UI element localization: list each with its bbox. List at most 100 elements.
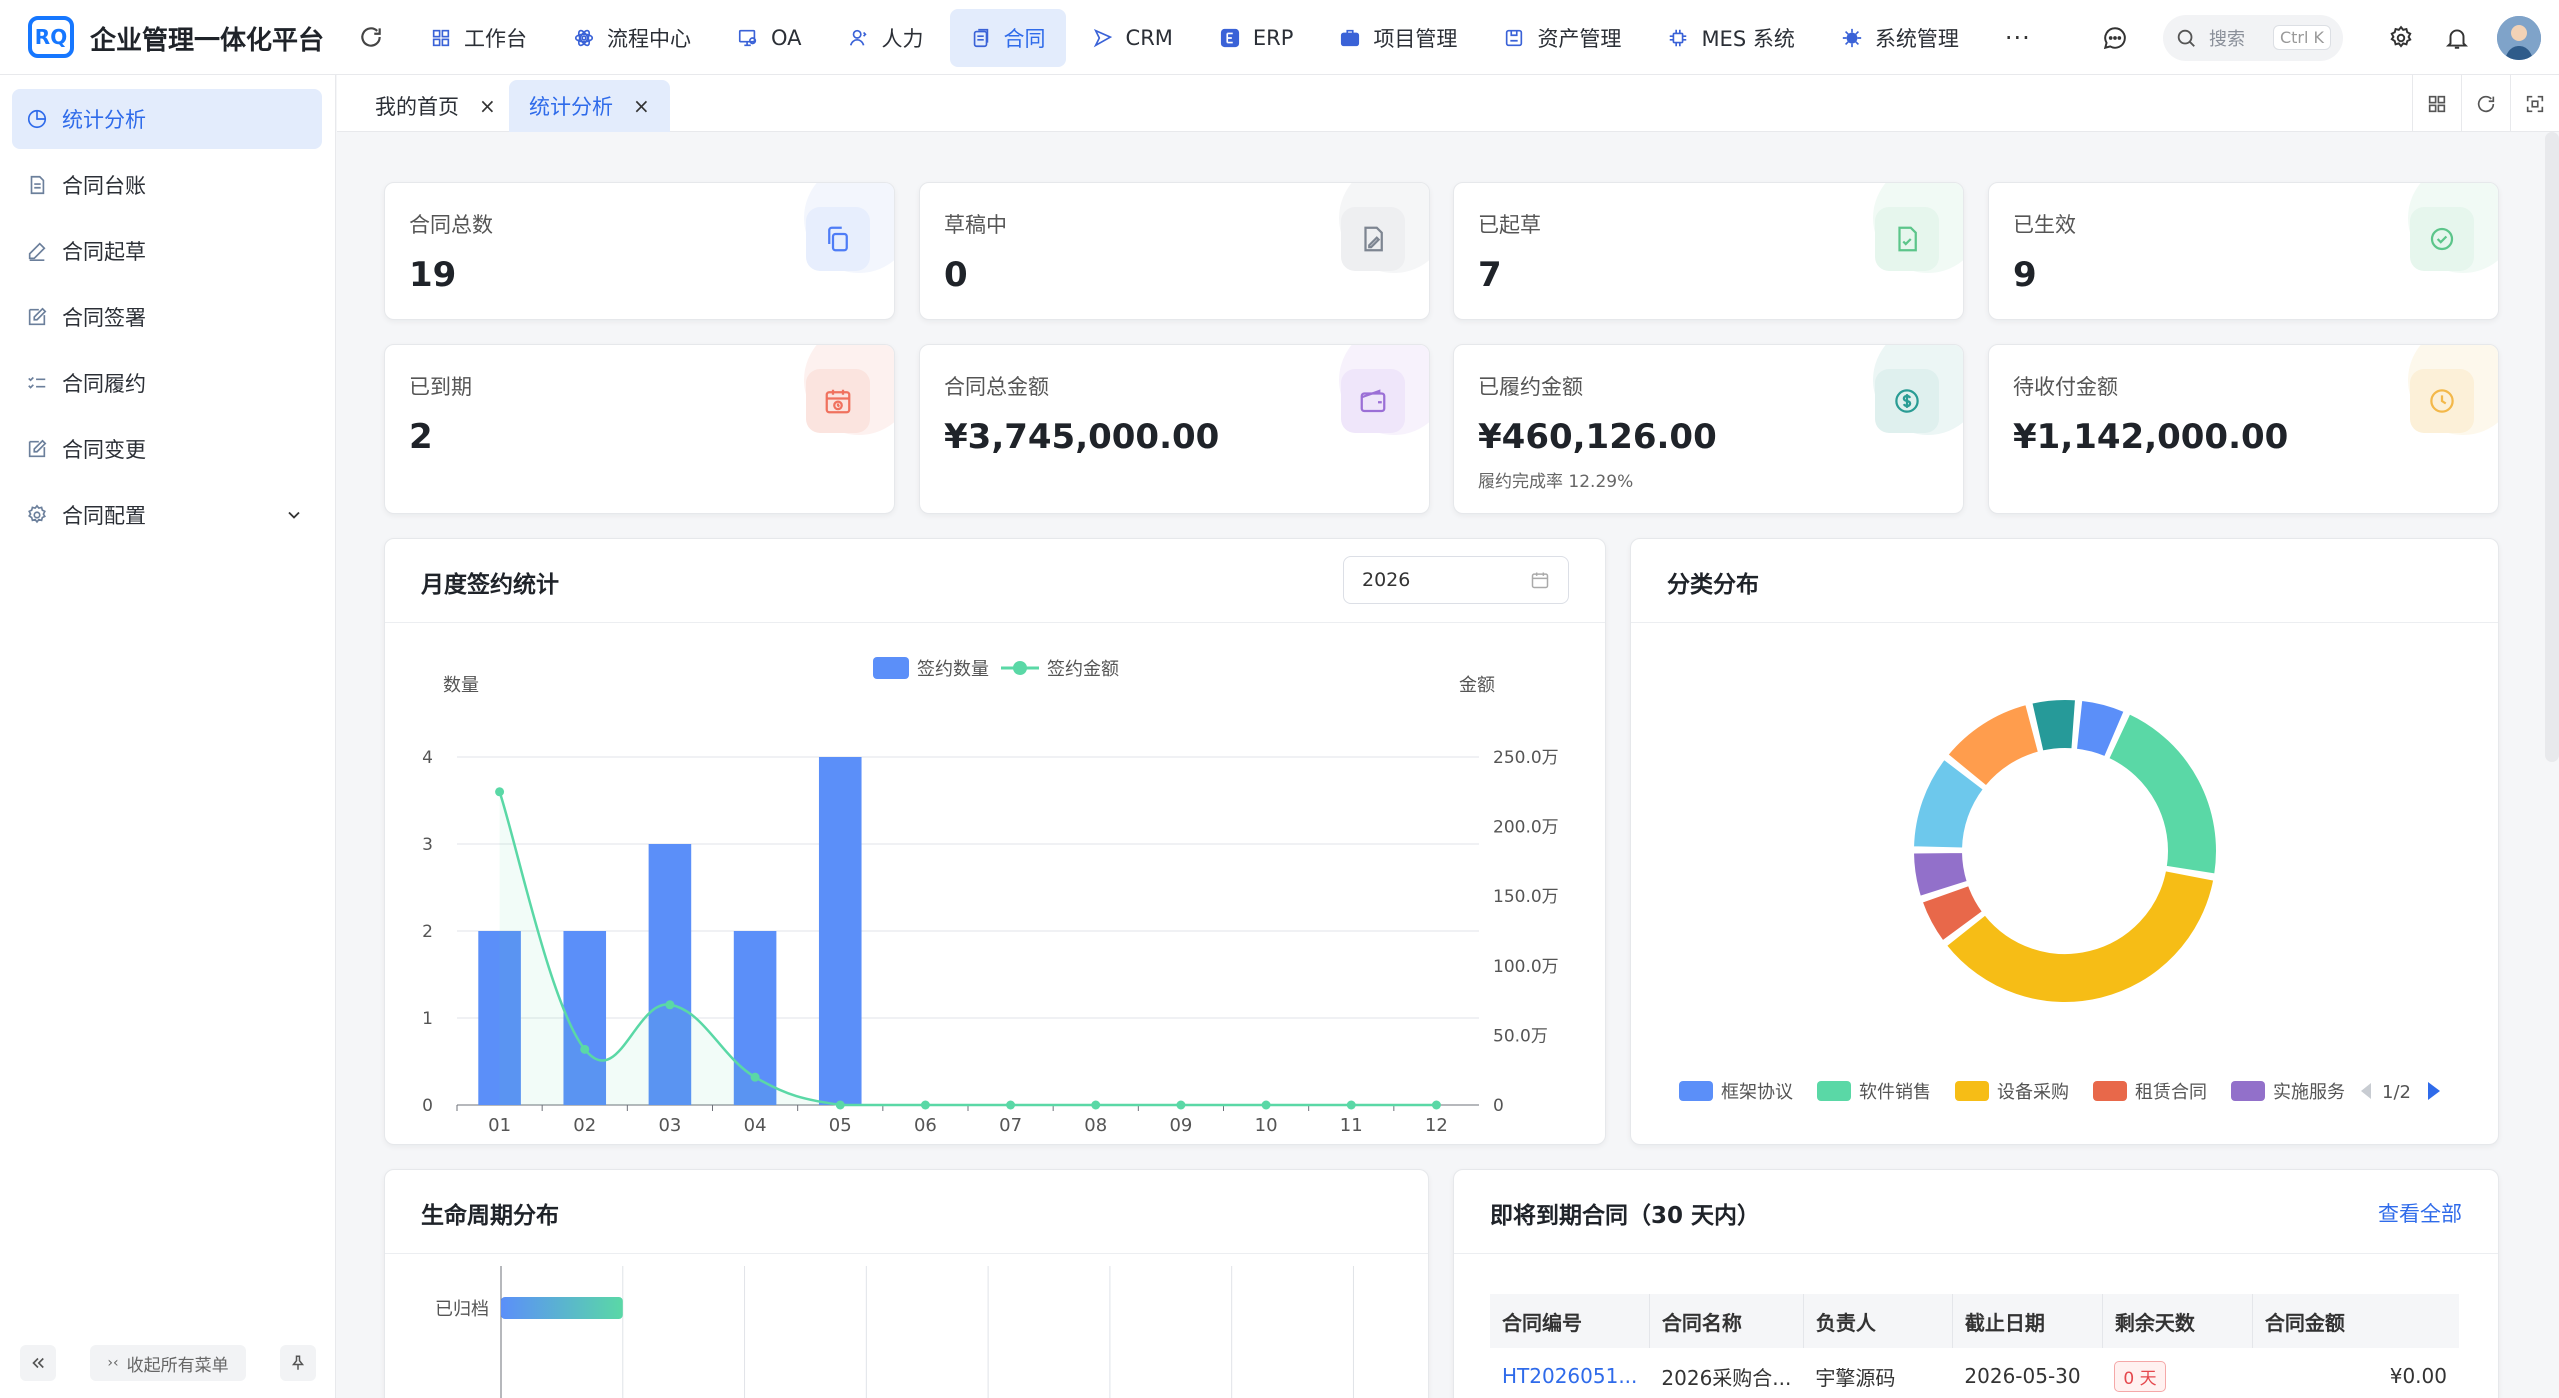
nav-item-label: 工作台 <box>464 26 527 51</box>
line-point <box>580 1044 590 1054</box>
x-tick-label: 02 <box>573 1115 596 1136</box>
nav-item-contract[interactable]: 合同 <box>949 8 1066 67</box>
sidebar-item-draft[interactable]: 合同起草 <box>12 221 322 281</box>
stat-label: 合同总数 <box>409 213 493 237</box>
line-point <box>920 1100 930 1110</box>
y-axis-right-label: 金额 <box>1459 675 1495 696</box>
sidebar-item-label: 统计分析 <box>62 108 146 132</box>
close-icon[interactable]: × <box>479 94 496 118</box>
pin-button[interactable] <box>280 1345 316 1381</box>
user-icon <box>848 27 870 49</box>
edit-icon <box>26 438 48 460</box>
collapse-all-label: 收起所有菜单 <box>126 1355 229 1376</box>
nav-item-label: ERP <box>1252 25 1294 50</box>
search-input[interactable]: 搜索 Ctrl K <box>2163 14 2343 61</box>
monthly-chart: 签约数量 签约金额数量 金额01234050.0万100.0万150.0万200.0… <box>422 657 1559 1136</box>
sidebar-item-change[interactable]: 合同变更 <box>12 419 322 479</box>
contract-amount: ¥0.00 <box>2389 1364 2447 1388</box>
sidebar-item-perform[interactable]: 合同履约 <box>12 353 322 413</box>
y-tick-label: 已归档 <box>435 1299 489 1320</box>
bar <box>818 757 862 1105</box>
nav-item-label: 流程中心 <box>607 26 691 51</box>
nav-item-label: 合同 <box>1003 26 1046 51</box>
edit-icon <box>26 306 48 328</box>
line-area <box>499 791 1437 1105</box>
column-header[interactable]: 剩余天数 <box>2102 1294 2253 1348</box>
stat-value: 9 <box>2013 255 2037 295</box>
sidebar-item-label: 合同变更 <box>62 438 146 462</box>
tab-statistics[interactable]: 统计分析 × <box>509 80 670 132</box>
column-header[interactable]: 截止日期 <box>1952 1294 2103 1348</box>
column-header[interactable]: 合同名称 <box>1649 1294 1804 1348</box>
fullscreen-icon[interactable] <box>2510 75 2559 132</box>
calendar-icon <box>1530 570 1550 590</box>
nav-item-flow[interactable]: 流程中心 <box>553 9 711 67</box>
sidebar-item-ledger[interactable]: 合同台账 <box>12 155 322 215</box>
refresh-icon[interactable] <box>358 24 384 50</box>
x-tick-label: 11 <box>1340 1115 1363 1136</box>
stat-value: 2 <box>409 417 433 457</box>
year-picker[interactable]: 2026 <box>1343 556 1569 604</box>
refresh-icon[interactable] <box>2461 75 2510 132</box>
clock-icon <box>2410 369 2474 433</box>
nav-item-erp[interactable]: ERP <box>1199 9 1314 67</box>
nav-item-briefcase[interactable]: 项目管理 <box>1319 9 1477 67</box>
nav-item-asset[interactable]: 资产管理 <box>1483 9 1641 67</box>
gear-icon[interactable] <box>2373 25 2429 51</box>
document-icon <box>26 174 48 196</box>
top-bar: RQ 企业管理一体化平台 工作台 流程中心 OA 人力 合同 CRM ERP 项目管理 资产管理… <box>0 0 2559 75</box>
nav-item-user[interactable]: 人力 <box>828 9 944 67</box>
line-point <box>495 787 505 797</box>
nav-item-label: MES 系统 <box>1701 26 1795 51</box>
y-right-tick-label: 200.0万 <box>1493 818 1559 838</box>
tab-label: 统计分析 <box>529 95 613 119</box>
legend-label: 设备采购 <box>1997 1082 2069 1103</box>
gear-icon <box>26 504 48 526</box>
column-header[interactable]: 合同编号 <box>1490 1294 1650 1348</box>
table-row[interactable]: HT2026051... 2026采购合... 宇擎源码 2026-05-30 … <box>1490 1348 2459 1398</box>
chat-icon[interactable] <box>2087 25 2143 51</box>
column-header[interactable]: 合同金额 <box>2252 1294 2459 1348</box>
checklist-icon <box>26 372 48 394</box>
x-tick-label: 03 <box>658 1115 681 1136</box>
nav-item-chip[interactable]: MES 系统 <box>1647 9 1814 67</box>
stat-label: 已到期 <box>409 375 472 399</box>
app-logo[interactable]: RQ <box>28 16 74 58</box>
page-scrollbar[interactable] <box>2545 132 2559 762</box>
stat-card-drafted: 已起草 7 <box>1453 182 1964 320</box>
contract-code-link[interactable]: HT2026051... <box>1490 1348 1649 1398</box>
stat-label: 已起草 <box>1478 213 1541 237</box>
stat-card-draft: 草稿中 0 <box>919 182 1430 320</box>
tab-home[interactable]: 我的首页 × <box>355 80 516 132</box>
layout-grid-icon[interactable] <box>2412 75 2461 132</box>
sidebar: 统计分析 合同台账 合同起草 合同签署 合同履约 合同变更 合同配置 ›‹ 收起… <box>0 75 336 1398</box>
x-tick-label: 09 <box>1169 1115 1192 1136</box>
bell-icon[interactable] <box>2429 25 2485 51</box>
line-point <box>1261 1100 1271 1110</box>
column-header[interactable]: 负责人 <box>1803 1294 1953 1348</box>
y-tick-label: 0 <box>422 1096 433 1116</box>
collapse-icon: ›‹ <box>107 1355 119 1371</box>
nav-item-grid[interactable]: 工作台 <box>410 9 547 67</box>
close-icon[interactable]: × <box>633 94 650 118</box>
tab-bar: 我的首页 × 统计分析 × <box>337 75 2559 132</box>
sidebar-item-label: 合同配置 <box>62 504 146 528</box>
view-all-link[interactable]: 查看全部 <box>2378 1198 2462 1228</box>
sidebar-item-statistics[interactable]: 统计分析 <box>12 89 322 149</box>
line-point <box>665 1000 675 1010</box>
x-tick-label: 04 <box>744 1115 767 1136</box>
days-left-cell: 0 天 <box>2102 1348 2252 1398</box>
pin-icon <box>289 1354 307 1372</box>
nav-item-label: 人力 <box>881 26 924 51</box>
nav-item-settings[interactable]: 系统管理 <box>1821 9 1979 67</box>
nav-item-oa[interactable]: OA <box>717 9 822 67</box>
avatar[interactable] <box>2497 15 2541 60</box>
sidebar-item-config[interactable]: 合同配置 <box>12 485 322 545</box>
sidebar-item-sign[interactable]: 合同签署 <box>12 287 322 347</box>
collapse-sidebar-button[interactable] <box>20 1345 56 1381</box>
collapse-all-menus-button[interactable]: ›‹ 收起所有菜单 <box>90 1345 246 1381</box>
nav-item-crm[interactable]: CRM <box>1072 9 1193 67</box>
more-menu-button[interactable]: ··· <box>1985 24 2051 52</box>
chart-legend[interactable]: 签约数量 签约金额 <box>873 657 1119 680</box>
stat-card-total-amount: 合同总金额 ¥3,745,000.00 <box>919 344 1430 514</box>
